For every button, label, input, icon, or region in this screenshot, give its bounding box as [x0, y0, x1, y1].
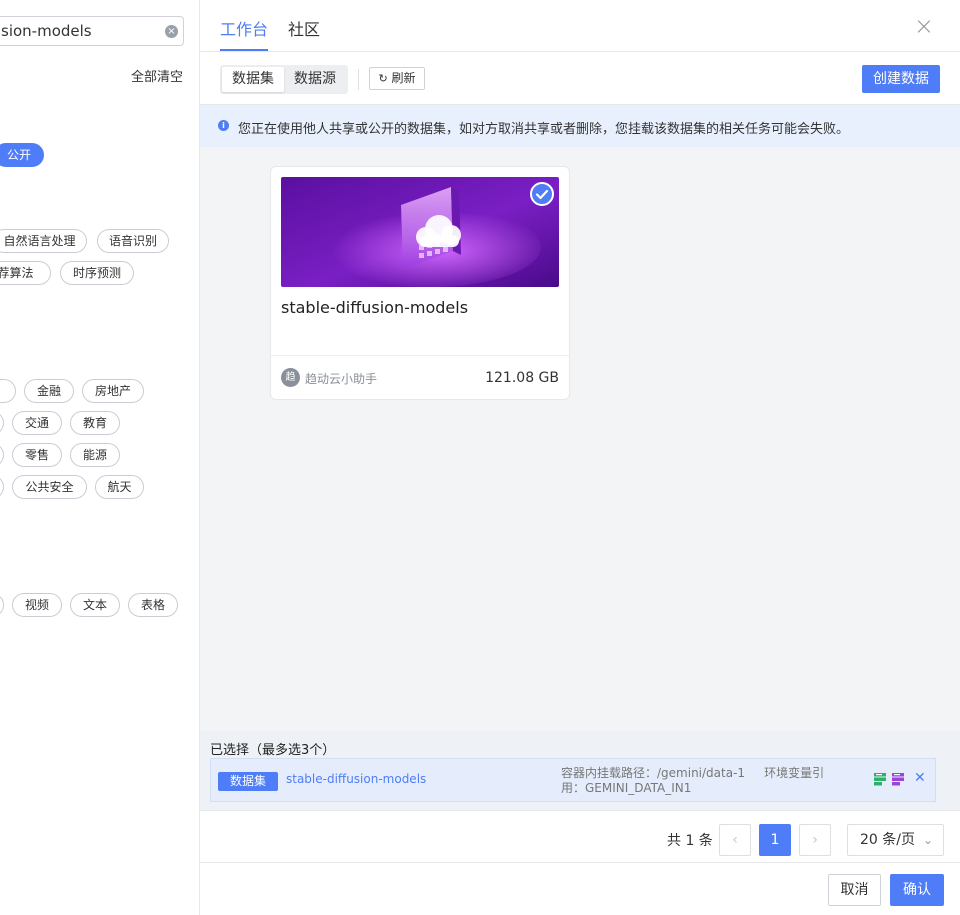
- filter-panel: × 全部清空 公开 自然语言处理 语音识别 荐算法 时序预测 可 金融 房地产 …: [0, 0, 200, 915]
- filter-pill-education[interactable]: 教育: [70, 411, 120, 435]
- pagination: 共 1 条 ‹ 1 › 20 条/页 ⌄: [200, 810, 960, 862]
- copy-path-icon[interactable]: [873, 772, 887, 786]
- top-tabs: 工作台 社区 ×: [200, 0, 960, 52]
- info-icon: i: [218, 120, 229, 131]
- tab-community[interactable]: 社区: [288, 16, 320, 40]
- filter-pill-video[interactable]: 视频: [12, 593, 62, 617]
- total-count: 共 1 条: [667, 833, 713, 849]
- clear-all-button[interactable]: 全部清空: [131, 66, 183, 85]
- selected-title: 已选择（最多选3个）: [210, 743, 336, 758]
- dataset-list-area: i 您正在使用他人共享或公开的数据集，如对方取消共享或者删除，您挂载该数据集的相…: [200, 104, 960, 731]
- notice-bar: i 您正在使用他人共享或公开的数据集，如对方取消共享或者删除，您挂载该数据集的相…: [200, 105, 960, 147]
- copy-env-icon[interactable]: [891, 772, 905, 786]
- filter-pill-finance[interactable]: 金融: [24, 379, 74, 403]
- next-page-icon[interactable]: ›: [799, 824, 831, 856]
- dataset-title: stable-diffusion-models: [281, 298, 469, 317]
- selected-name-link[interactable]: stable-diffusion-models: [286, 772, 426, 786]
- seg-sources[interactable]: 数据源: [284, 67, 346, 92]
- filter-pill-publicsafety[interactable]: 公共安全: [12, 475, 87, 499]
- active-tab-indicator: [220, 49, 268, 51]
- selected-item: 数据集 stable-diffusion-models 容器内挂载路径：/gem…: [210, 758, 936, 802]
- card-divider: [271, 355, 569, 356]
- dataset-cover-image: [281, 177, 559, 287]
- toolbar-divider: [358, 69, 359, 90]
- dataset-size: 121.08 GB: [485, 370, 559, 386]
- page-button-current[interactable]: 1: [759, 824, 791, 856]
- dialog-footer: 取消 确认: [200, 862, 960, 915]
- filter-pill-industry-cut[interactable]: 可: [0, 379, 16, 403]
- confirm-button[interactable]: 确认: [890, 874, 944, 906]
- create-data-button[interactable]: 创建数据: [862, 65, 940, 93]
- page-size-select[interactable]: 20 条/页 ⌄: [847, 824, 944, 856]
- filter-pill-blank-3[interactable]: [0, 475, 4, 499]
- dataset-card[interactable]: stable-diffusion-models 趋 趋动云小助手 121.08 …: [270, 166, 570, 400]
- selected-check-icon[interactable]: [530, 182, 554, 206]
- mount-path-line-1: 容器内挂载路径：/gemini/data-1 环境变量引: [561, 766, 825, 780]
- refresh-icon: ↻: [378, 72, 388, 85]
- toolbar: 数据集 数据源 ↻ 刷新 创建数据: [200, 52, 960, 104]
- seg-datasets[interactable]: 数据集: [222, 67, 284, 92]
- filter-pill-traffic[interactable]: 交通: [12, 411, 62, 435]
- mount-path-info: 容器内挂载路径：/gemini/data-1 环境变量引 用：GEMINI_DA…: [561, 766, 831, 796]
- filter-pill-aerospace[interactable]: 航天: [95, 475, 144, 499]
- mount-path-line-2: 用：GEMINI_DATA_IN1: [561, 781, 692, 795]
- filter-pill-blank-2[interactable]: [0, 443, 4, 467]
- filter-pill-text[interactable]: 文本: [70, 593, 120, 617]
- prev-page-icon[interactable]: ‹: [719, 824, 751, 856]
- filter-pill-blank-1[interactable]: [0, 411, 4, 435]
- chevron-down-icon: ⌄: [922, 833, 933, 847]
- notice-text: 您正在使用他人共享或公开的数据集，如对方取消共享或者删除，您挂载该数据集的相关任…: [238, 122, 850, 137]
- selected-type-tag: 数据集: [218, 772, 278, 791]
- refresh-button[interactable]: ↻ 刷新: [369, 67, 425, 90]
- search-box[interactable]: ×: [0, 16, 184, 46]
- filter-pill-blank-4[interactable]: [0, 593, 4, 617]
- filter-pill-nlp[interactable]: 自然语言处理: [0, 229, 87, 253]
- author-name: 趋动云小助手: [305, 372, 378, 386]
- selected-area: 已选择（最多选3个） 数据集 stable-diffusion-models 容…: [200, 731, 960, 810]
- filter-pill-energy[interactable]: 能源: [70, 443, 120, 467]
- filter-pill-timeseries[interactable]: 时序预测: [60, 261, 134, 285]
- remove-selected-icon[interactable]: ✕: [914, 770, 926, 786]
- cancel-button[interactable]: 取消: [828, 874, 881, 906]
- search-input[interactable]: [0, 17, 151, 45]
- author-avatar: 趋: [281, 368, 300, 387]
- filter-pill-realestate[interactable]: 房地产: [82, 379, 144, 403]
- close-icon[interactable]: ×: [914, 12, 934, 40]
- dataset-select-dialog: 工作台 社区 × 数据集 数据源 ↻ 刷新 创建数据 i 您正在使用他人共享或公…: [200, 0, 960, 915]
- filter-pill-public[interactable]: 公开: [0, 143, 44, 167]
- filter-pill-table[interactable]: 表格: [128, 593, 178, 617]
- filter-pill-retail[interactable]: 零售: [12, 443, 62, 467]
- clear-search-icon[interactable]: ×: [165, 25, 178, 38]
- filter-pill-speech[interactable]: 语音识别: [97, 229, 169, 253]
- filter-pill-recommend[interactable]: 荐算法: [0, 261, 51, 285]
- source-switch: 数据集 数据源: [220, 65, 348, 94]
- tab-workbench[interactable]: 工作台: [220, 16, 268, 40]
- refresh-label: 刷新: [391, 71, 416, 85]
- page-size-value: 20 条/页: [860, 832, 915, 848]
